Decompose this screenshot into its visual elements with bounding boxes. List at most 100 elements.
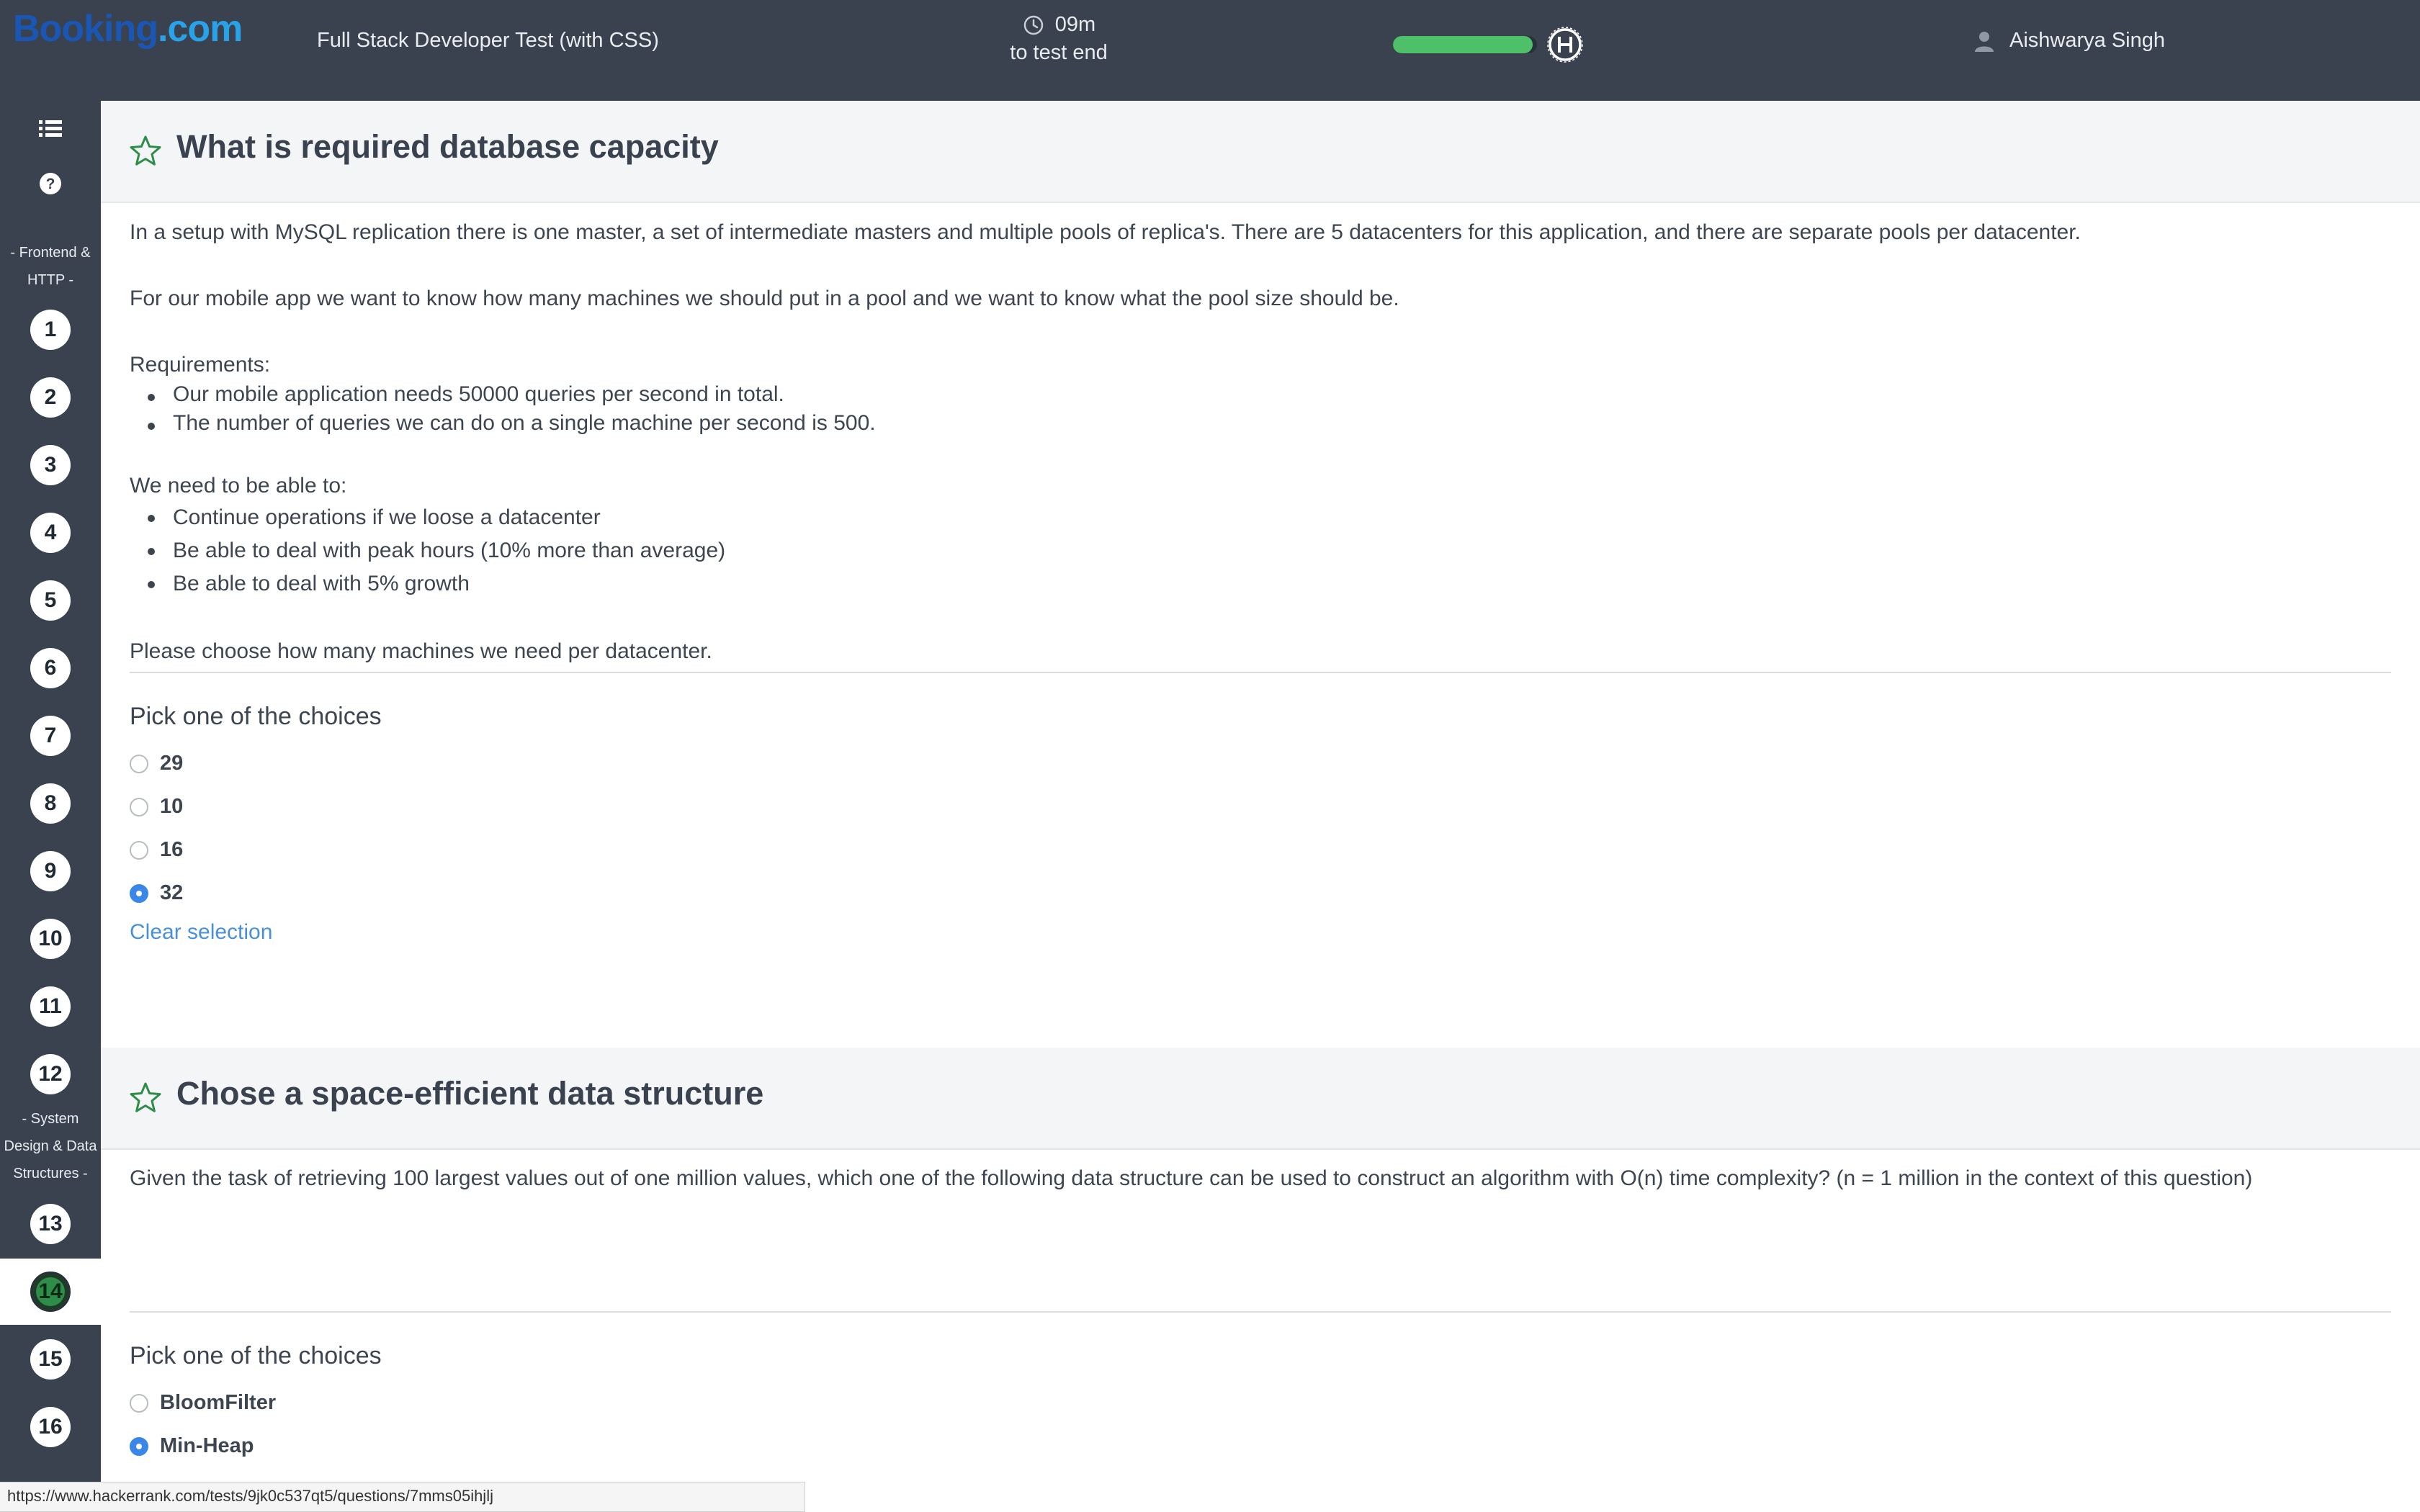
radio-button-checked[interactable] bbox=[130, 883, 148, 903]
question-nav-2[interactable]: 2 bbox=[0, 364, 101, 431]
question-number: 6 bbox=[30, 648, 71, 688]
section-label-system-design: - System Design & Data Structures - bbox=[0, 1105, 101, 1187]
section-label-frontend: - Frontend & HTTP - bbox=[0, 239, 101, 294]
logo-main-text: Booking bbox=[13, 8, 158, 50]
browser-status-url: https://www.hackerrank.com/tests/9jk0c53… bbox=[0, 1482, 805, 1512]
question-number: 10 bbox=[30, 919, 71, 959]
question-nav-12[interactable]: 12 bbox=[0, 1041, 101, 1107]
radio-button[interactable] bbox=[130, 797, 148, 816]
question-paragraph: For our mobile app we want to know how m… bbox=[130, 287, 1399, 310]
choice-option[interactable]: 16 bbox=[130, 838, 183, 862]
question-number: 4 bbox=[30, 513, 71, 553]
radio-button-checked[interactable] bbox=[130, 1436, 148, 1456]
question-nav-16[interactable]: 16 bbox=[0, 1394, 101, 1460]
section-label-line: HTTP - bbox=[27, 272, 74, 288]
clock-icon bbox=[1023, 15, 1044, 35]
timer-label: to test end bbox=[1010, 41, 1108, 64]
svg-text:?: ? bbox=[46, 176, 55, 192]
choice-option-selected[interactable]: Min-Heap bbox=[130, 1434, 254, 1458]
user-icon bbox=[1975, 31, 1994, 52]
question-paragraph: In a setup with MySQL replication there … bbox=[130, 220, 2081, 244]
list-item: Be able to deal with 5% growth bbox=[130, 567, 725, 600]
question-number: 11 bbox=[30, 986, 71, 1027]
logo-tld-text: .com bbox=[157, 8, 243, 50]
question-nav-13[interactable]: 13 bbox=[0, 1191, 101, 1257]
requirements-heading: Requirements: bbox=[130, 353, 271, 377]
list-icon[interactable] bbox=[36, 114, 65, 143]
question-number: 14 bbox=[30, 1272, 71, 1312]
section-label-line: Design & Data bbox=[4, 1138, 97, 1154]
divider bbox=[130, 1311, 2391, 1313]
clear-selection-link[interactable]: Clear selection bbox=[130, 920, 272, 945]
question-nav-1[interactable]: 1 bbox=[0, 297, 101, 363]
question-number: 5 bbox=[30, 580, 71, 621]
needs-heading: We need to be able to: bbox=[130, 474, 347, 498]
hackerrank-badge-icon[interactable] bbox=[1547, 27, 1583, 63]
list-item: Continue operations if we loose a datace… bbox=[130, 501, 725, 534]
question-number: 9 bbox=[30, 851, 71, 891]
star-outline-icon[interactable] bbox=[128, 1081, 163, 1115]
question-number: 3 bbox=[30, 445, 71, 485]
question-title: What is required database capacity bbox=[176, 128, 719, 165]
question-title: Chose a space-efficient data structure bbox=[176, 1075, 764, 1112]
choice-label: 10 bbox=[160, 795, 184, 818]
radio-button[interactable] bbox=[130, 754, 148, 773]
question-nav-7[interactable]: 7 bbox=[0, 703, 101, 769]
question-number: 16 bbox=[30, 1407, 71, 1447]
question-paragraph: Given the task of retrieving 100 largest… bbox=[130, 1166, 2253, 1190]
choice-option-selected[interactable]: 32 bbox=[130, 881, 183, 905]
choice-label: 16 bbox=[160, 838, 184, 861]
question-number: 12 bbox=[30, 1054, 71, 1094]
question-sidebar: ? - Frontend & HTTP - - System Design & … bbox=[0, 101, 101, 1512]
pick-label: Pick one of the choices bbox=[130, 1342, 382, 1369]
question-header: Chose a space-efficient data structure bbox=[101, 1048, 2420, 1150]
choice-label: 29 bbox=[160, 752, 184, 775]
question-nav-6[interactable]: 6 bbox=[0, 635, 101, 701]
question-number: 2 bbox=[30, 377, 71, 418]
test-timer: 09m to test end bbox=[958, 13, 1160, 65]
user-menu[interactable]: Aishwarya Singh bbox=[1973, 29, 2165, 53]
question-nav-5[interactable]: 5 bbox=[0, 567, 101, 634]
question-nav-10[interactable]: 10 bbox=[0, 906, 101, 972]
question-nav-15[interactable]: 15 bbox=[0, 1326, 101, 1392]
question-nav-9[interactable]: 9 bbox=[0, 838, 101, 904]
question-number: 15 bbox=[30, 1339, 71, 1380]
needs-list: Continue operations if we loose a datace… bbox=[130, 501, 725, 600]
divider bbox=[130, 672, 2391, 673]
question-nav-11[interactable]: 11 bbox=[0, 973, 101, 1040]
timer-value: 09m bbox=[1054, 13, 1096, 36]
progress-fill bbox=[1393, 36, 1533, 53]
user-name: Aishwarya Singh bbox=[2009, 29, 2165, 52]
test-title: Full Stack Developer Test (with CSS) bbox=[317, 29, 659, 52]
choice-label: BloomFilter bbox=[160, 1391, 277, 1414]
section-label-line: - Frontend & bbox=[10, 245, 91, 261]
question-nav-3[interactable]: 3 bbox=[0, 432, 101, 498]
question-number: 1 bbox=[30, 310, 71, 350]
star-outline-icon[interactable] bbox=[128, 134, 163, 168]
radio-button[interactable] bbox=[130, 1393, 148, 1413]
section-label-line: - System bbox=[22, 1111, 79, 1127]
question-header: What is required database capacity bbox=[101, 101, 2420, 203]
help-icon[interactable]: ? bbox=[36, 169, 65, 198]
question-nav-4[interactable]: 4 bbox=[0, 500, 101, 566]
top-bar: Booking.com Full Stack Developer Test (w… bbox=[0, 0, 2420, 101]
list-item: The number of queries we can do on a sin… bbox=[130, 409, 876, 438]
question-number: 8 bbox=[30, 783, 71, 824]
choice-option[interactable]: BloomFilter bbox=[130, 1391, 276, 1415]
choice-option[interactable]: 29 bbox=[130, 752, 183, 775]
question-number: 7 bbox=[30, 716, 71, 756]
radio-button[interactable] bbox=[130, 840, 148, 860]
question-number: 13 bbox=[30, 1204, 71, 1244]
question-nav-8[interactable]: 8 bbox=[0, 770, 101, 837]
list-item: Be able to deal with peak hours (10% mor… bbox=[130, 534, 725, 567]
section-label-line: Structures - bbox=[13, 1166, 88, 1182]
list-item: Our mobile application needs 50000 queri… bbox=[130, 380, 876, 409]
choice-option[interactable]: 10 bbox=[130, 795, 183, 819]
test-progress-bar bbox=[1393, 36, 1537, 53]
requirements-list: Our mobile application needs 50000 queri… bbox=[130, 380, 876, 438]
question-list: What is required database capacity In a … bbox=[101, 101, 2420, 1512]
booking-logo[interactable]: Booking.com bbox=[13, 7, 243, 50]
question-nav-14-active[interactable]: 14 bbox=[0, 1259, 101, 1325]
choice-label: Min-Heap bbox=[160, 1434, 254, 1457]
choice-label: 32 bbox=[160, 881, 184, 904]
